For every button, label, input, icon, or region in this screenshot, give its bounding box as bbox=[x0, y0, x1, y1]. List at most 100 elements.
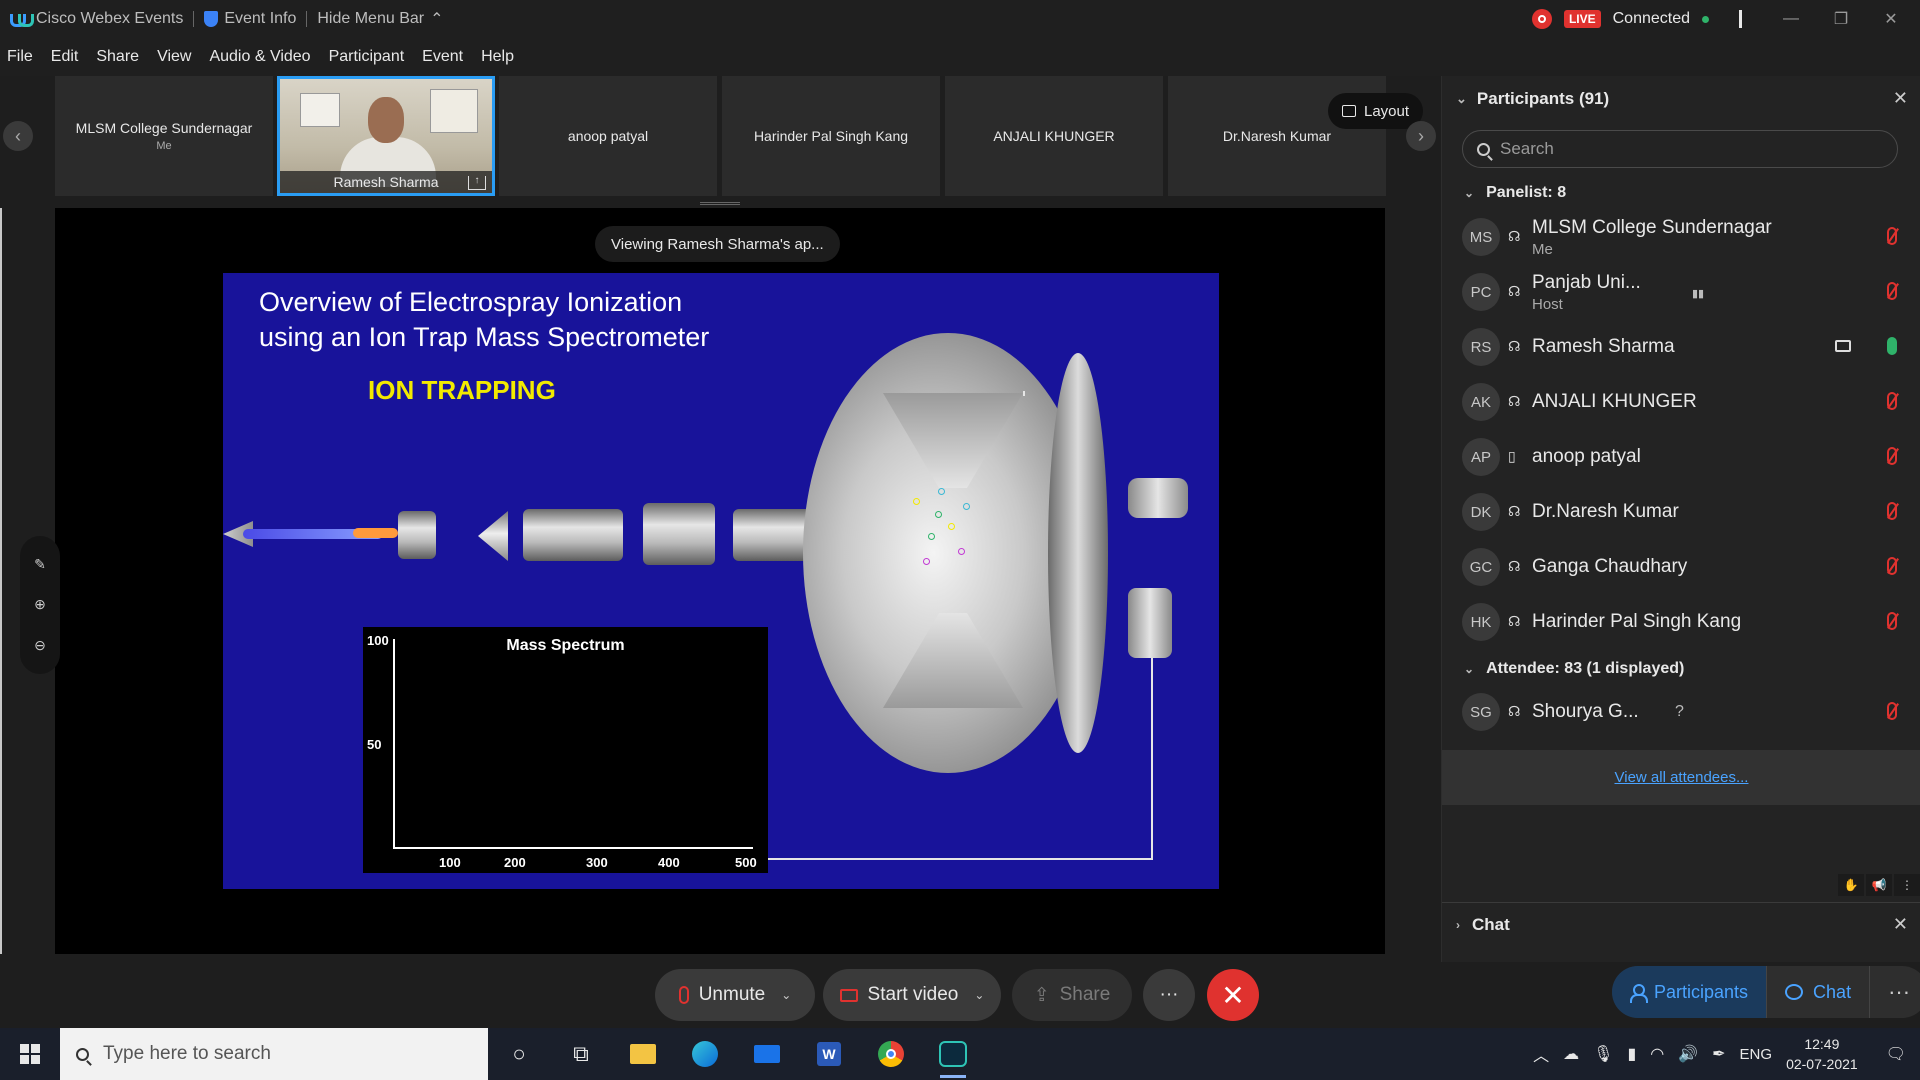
participant-row[interactable]: DK ☊ Dr.Naresh Kumar bbox=[1442, 485, 1920, 540]
mic-muted-icon[interactable] bbox=[1887, 282, 1897, 300]
viewing-indicator[interactable]: Viewing Ramesh Sharma's ap... bbox=[595, 226, 840, 262]
menu-help[interactable]: Help bbox=[472, 48, 523, 66]
search-icon bbox=[1477, 142, 1490, 156]
slide-title: Overview of Electrospray Ionization usin… bbox=[259, 285, 709, 355]
more-options-button[interactable]: ··· bbox=[1143, 969, 1195, 1021]
unmute-button[interactable]: Unmute ⌄ bbox=[655, 969, 815, 1021]
more-panels-button[interactable]: ··· bbox=[1870, 966, 1920, 1018]
computer-audio-icon: ☊ bbox=[1508, 503, 1521, 519]
participant-row[interactable]: RS ☊ Ramesh Sharma bbox=[1442, 320, 1920, 375]
ion-particle bbox=[938, 488, 945, 495]
chevron-down-icon: ⌄ bbox=[1456, 91, 1467, 106]
event-info-button[interactable]: Event Info bbox=[194, 0, 306, 38]
webex-taskbar-button[interactable] bbox=[922, 1028, 984, 1080]
task-view-button[interactable]: ⧉ bbox=[550, 1028, 612, 1080]
start-video-button[interactable]: Start video ⌄ bbox=[823, 969, 1001, 1021]
file-explorer-button[interactable] bbox=[612, 1028, 674, 1080]
menu-share[interactable]: Share bbox=[87, 48, 148, 66]
mic-muted-icon[interactable] bbox=[1887, 447, 1897, 465]
strip-next-button[interactable]: › bbox=[1406, 121, 1436, 151]
participant-search-input[interactable]: Search bbox=[1462, 130, 1898, 168]
hide-menu-bar-button[interactable]: Hide Menu Bar ⌃ bbox=[307, 0, 453, 38]
menu-edit[interactable]: Edit bbox=[42, 48, 88, 66]
chat-toggle-button[interactable]: Chat bbox=[1766, 966, 1871, 1018]
avatar: RS bbox=[1462, 328, 1500, 366]
ion-particle bbox=[913, 498, 920, 505]
volume-icon[interactable]: 🔊 bbox=[1678, 1044, 1698, 1064]
participant-row[interactable]: HK ☊ Harinder Pal Singh Kang bbox=[1442, 595, 1920, 650]
video-tile[interactable]: MLSM College Sundernagar Me bbox=[55, 76, 273, 196]
layout-button[interactable]: Layout bbox=[1328, 93, 1424, 129]
chat-section-header[interactable]: › Chat bbox=[1442, 902, 1920, 946]
chevron-up-icon[interactable]: ︿ bbox=[1533, 1042, 1549, 1066]
menu-audio-video[interactable]: Audio & Video bbox=[200, 48, 319, 66]
language-indicator[interactable]: ENG bbox=[1740, 1046, 1773, 1063]
menu-file[interactable]: File bbox=[0, 48, 42, 66]
participant-row[interactable]: AK ☊ ANJALI KHUNGER bbox=[1442, 375, 1920, 430]
participant-row[interactable]: GC ☊ Ganga Chaudhary bbox=[1442, 540, 1920, 595]
view-all-attendees-link[interactable]: View all attendees... bbox=[1615, 769, 1749, 786]
active-speaker-tile[interactable]: Ramesh Sharma ↑ bbox=[277, 76, 495, 196]
announce-icon[interactable]: 📢 bbox=[1866, 874, 1892, 896]
chevron-down-icon[interactable]: ⌄ bbox=[974, 988, 984, 1002]
participants-toggle-button[interactable]: Participants bbox=[1612, 966, 1767, 1018]
video-strip: ‹ MLSM College Sundernagar Me Ramesh Sha… bbox=[0, 76, 1440, 198]
zoom-in-icon[interactable]: ⊕ bbox=[34, 596, 46, 613]
mic-muted-icon[interactable] bbox=[1887, 392, 1897, 410]
participant-row[interactable]: PC ☊ Panjab Uni... Host ▮▮ bbox=[1442, 265, 1920, 320]
close-window-button[interactable]: ✕ bbox=[1872, 9, 1910, 29]
minimize-button[interactable]: — bbox=[1772, 10, 1810, 28]
chevron-down-icon[interactable]: ⌄ bbox=[781, 988, 791, 1002]
restore-button[interactable]: ❐ bbox=[1822, 9, 1860, 29]
end-meeting-button[interactable]: ✕ bbox=[1207, 969, 1259, 1021]
zoom-out-icon[interactable]: ⊖ bbox=[34, 637, 46, 654]
resize-handle[interactable] bbox=[700, 202, 740, 205]
computer-audio-icon: ☊ bbox=[1508, 613, 1521, 629]
video-tile[interactable]: Harinder Pal Singh Kang bbox=[722, 76, 940, 196]
mail-button[interactable] bbox=[736, 1028, 798, 1080]
participant-row[interactable]: SG ☊ Shourya G... ? bbox=[1442, 685, 1920, 740]
avatar: AK bbox=[1462, 383, 1500, 421]
close-icon[interactable]: ✕ bbox=[1893, 88, 1908, 109]
taskbar-search-input[interactable]: Type here to search bbox=[60, 1028, 488, 1080]
video-tile[interactable]: ANJALI KHUNGER bbox=[945, 76, 1163, 196]
participants-header[interactable]: ⌄ Participants (91) bbox=[1442, 76, 1920, 122]
start-button[interactable] bbox=[0, 1028, 60, 1080]
annotate-icon[interactable]: ✎ bbox=[34, 556, 46, 573]
participant-row[interactable]: AP ▯ anoop patyal bbox=[1442, 430, 1920, 485]
edge-button[interactable] bbox=[674, 1028, 736, 1080]
tile-name: Harinder Pal Singh Kang bbox=[753, 128, 909, 144]
mic-muted-icon[interactable] bbox=[1887, 227, 1897, 245]
microphone-icon[interactable]: 🎙 bbox=[1593, 1044, 1613, 1064]
word-button[interactable]: W bbox=[798, 1028, 860, 1080]
video-background bbox=[430, 89, 478, 133]
raise-hand-icon[interactable]: ✋ bbox=[1838, 874, 1864, 896]
close-icon[interactable]: ✕ bbox=[1893, 914, 1908, 935]
mic-muted-icon[interactable] bbox=[1887, 557, 1897, 575]
tile-name: Ramesh Sharma bbox=[333, 174, 439, 190]
video-tile[interactable]: anoop patyal bbox=[499, 76, 717, 196]
attendee-section-header[interactable]: ⌄ Attendee: 83 (1 displayed) bbox=[1464, 660, 1684, 678]
menu-view[interactable]: View bbox=[148, 48, 200, 66]
wifi-icon[interactable]: ◠ bbox=[1650, 1044, 1664, 1064]
panelist-count: Panelist: 8 bbox=[1486, 184, 1567, 201]
strip-prev-button[interactable]: ‹ bbox=[3, 121, 33, 151]
share-button[interactable]: ⇪ Share bbox=[1012, 969, 1132, 1021]
battery-icon[interactable]: ▮ bbox=[1627, 1044, 1636, 1064]
y-tick-label: 100 bbox=[367, 633, 389, 648]
pen-icon[interactable]: ✒ bbox=[1712, 1044, 1725, 1064]
notifications-icon[interactable]: 🗨 bbox=[1886, 1044, 1906, 1064]
menu-participant[interactable]: Participant bbox=[320, 48, 414, 66]
mic-muted-icon[interactable] bbox=[1887, 502, 1897, 520]
mic-muted-icon[interactable] bbox=[1887, 702, 1897, 720]
chrome-button[interactable] bbox=[860, 1028, 922, 1080]
mic-on-icon[interactable] bbox=[1887, 337, 1897, 355]
mic-muted-icon[interactable] bbox=[1887, 612, 1897, 630]
participant-row[interactable]: MS ☊ MLSM College Sundernagar Me bbox=[1442, 210, 1920, 265]
cortana-button[interactable]: ○ bbox=[488, 1028, 550, 1080]
more-vertical-icon[interactable]: ⋮ bbox=[1894, 874, 1920, 896]
menu-event[interactable]: Event bbox=[413, 48, 472, 66]
panelist-section-header[interactable]: ⌄ Panelist: 8 bbox=[1464, 184, 1566, 202]
clock[interactable]: 12:49 02-07-2021 bbox=[1786, 1034, 1858, 1074]
cloud-icon[interactable]: ☁ bbox=[1563, 1044, 1579, 1064]
